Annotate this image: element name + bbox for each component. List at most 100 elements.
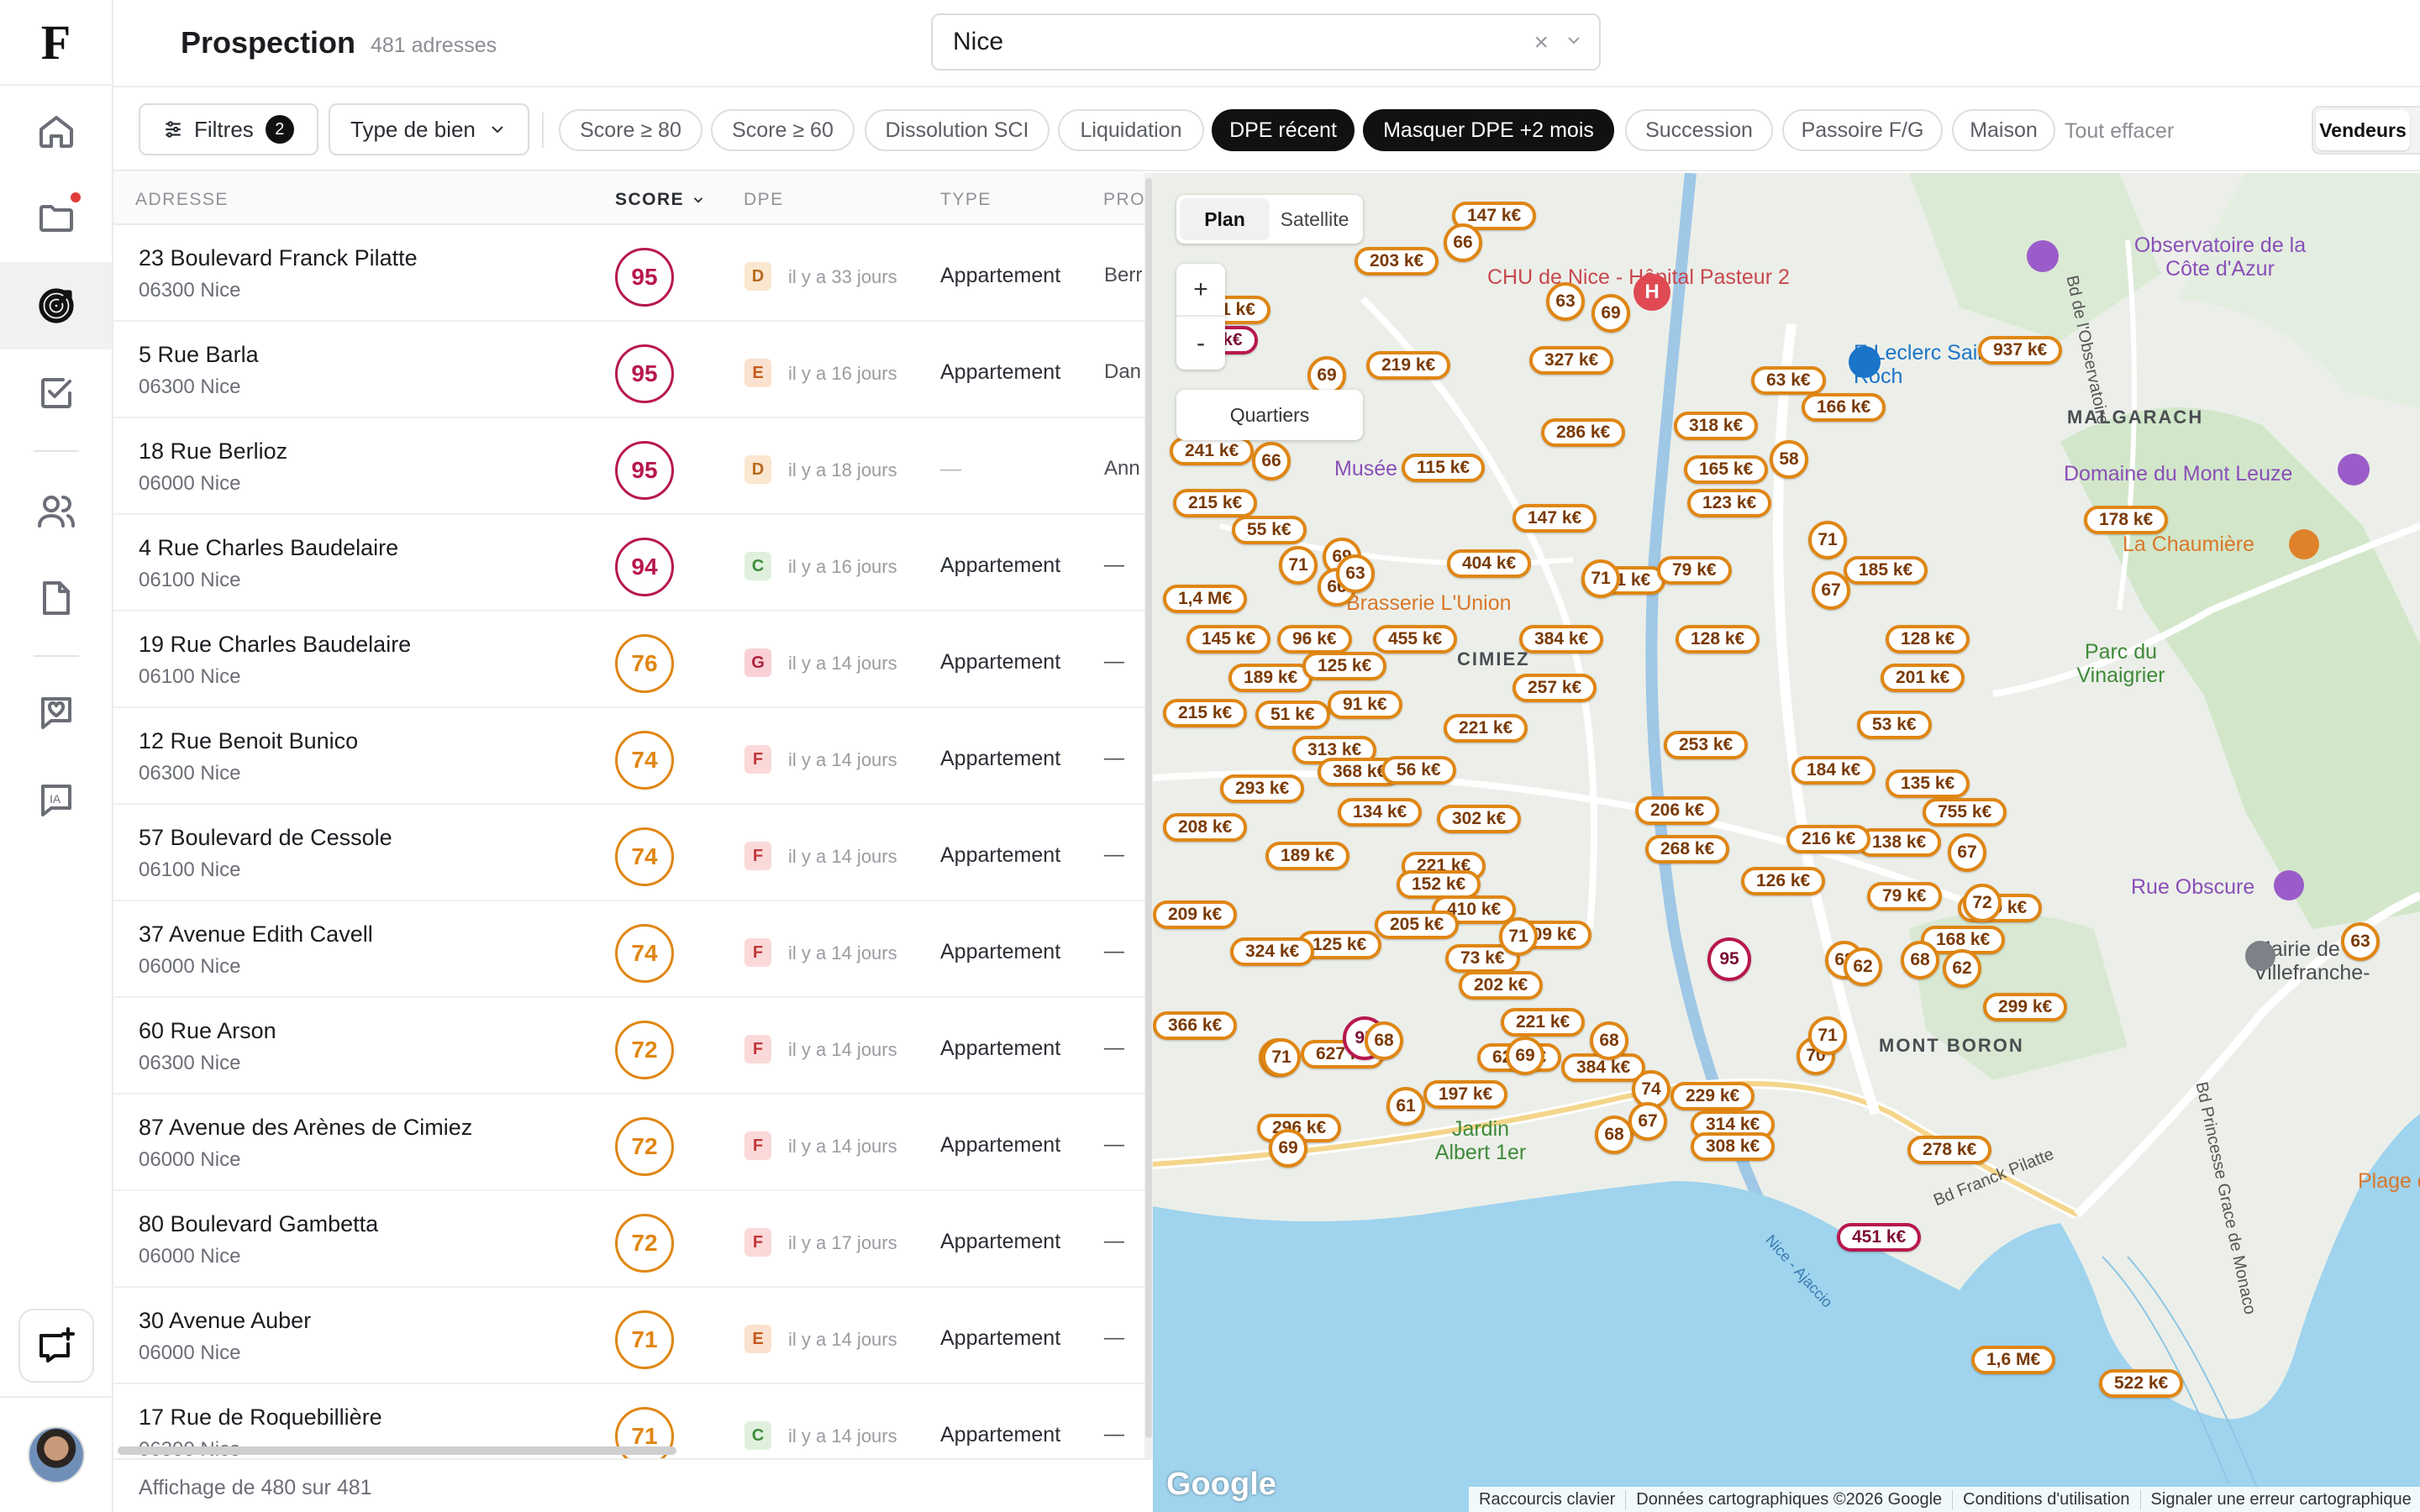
price-pin[interactable]: 308 k€ (1691, 1132, 1776, 1161)
city-search-input[interactable]: Nice × (931, 13, 1601, 71)
score-pin[interactable]: 66 (1252, 442, 1291, 480)
score-pin[interactable]: 63 (2341, 922, 2380, 961)
price-pin[interactable]: 51 k€ (1255, 701, 1330, 729)
price-pin[interactable]: 299 k€ (1983, 993, 2068, 1021)
table-row[interactable]: 37 Avenue Edith Cavell 06000 Nice 74 Fil y … (113, 901, 1151, 998)
chevron-down-icon[interactable] (1564, 30, 1584, 50)
price-pin[interactable]: 201 k€ (1881, 664, 1965, 692)
price-pin[interactable]: 185 k€ (1844, 556, 1928, 585)
restaurant-icon[interactable] (2289, 529, 2319, 559)
app-logo[interactable]: F (0, 0, 112, 86)
price-pin[interactable]: 123 k€ (1687, 489, 1772, 517)
score-pin[interactable]: 71 (1262, 1038, 1301, 1077)
price-pin[interactable]: 203 k€ (1355, 247, 1439, 276)
new-chat-button[interactable] (18, 1309, 94, 1383)
table-row[interactable]: 23 Boulevard Franck Pilatte 06300 Nice 95 D… (113, 225, 1151, 322)
property-type-dropdown[interactable]: Type de bien (329, 103, 529, 155)
price-pin[interactable]: 216 k€ (1786, 825, 1871, 853)
chip-score-60[interactable]: Score ≥ 60 (711, 109, 855, 151)
clear-all-filters[interactable]: Tout effacer (2065, 119, 2174, 144)
score-pin[interactable]: 67 (1628, 1102, 1667, 1141)
price-pin[interactable]: 937 k€ (1978, 336, 2063, 365)
price-pin[interactable]: 221 k€ (1501, 1008, 1586, 1037)
price-pin[interactable]: 96 k€ (1277, 625, 1352, 654)
score-pin[interactable]: 67 (1812, 571, 1850, 610)
score-pin[interactable]: 69 (1506, 1037, 1544, 1075)
score-pin[interactable]: 71 (1808, 1016, 1847, 1055)
price-pin[interactable]: 197 k€ (1423, 1080, 1508, 1109)
home-nav[interactable] (0, 87, 112, 175)
zoom-in-button[interactable]: + (1176, 264, 1225, 317)
score-pin[interactable]: 67 (1948, 833, 1986, 872)
clear-icon[interactable]: × (1534, 29, 1549, 57)
price-pin[interactable]: 147 k€ (1512, 504, 1597, 533)
price-pin[interactable]: 522 k€ (2099, 1369, 2184, 1398)
price-pin[interactable]: 327 k€ (1529, 346, 1614, 375)
observatory-poi-icon[interactable] (2027, 240, 2059, 272)
score-pin[interactable]: 69 (1591, 294, 1630, 333)
price-pin[interactable]: 241 k€ (1170, 437, 1255, 465)
score-pin[interactable]: 71 (1808, 521, 1847, 559)
column-type[interactable]: TYPE (940, 190, 992, 210)
map-type-satellite[interactable]: Satellite (1270, 198, 1360, 240)
price-pin[interactable]: 1,6 M€ (1971, 1346, 2056, 1374)
score-pin[interactable]: 71 (1279, 546, 1318, 585)
price-pin[interactable]: 455 k€ (1373, 625, 1458, 654)
keyboard-shortcuts-link[interactable]: Raccourcis clavier (1469, 1490, 1625, 1509)
price-pin[interactable]: 91 k€ (1328, 690, 1402, 719)
price-pin[interactable]: 215 k€ (1163, 699, 1248, 727)
price-pin[interactable]: 1,4 M€ (1163, 585, 1248, 613)
score-pin[interactable]: 68 (1590, 1021, 1628, 1060)
table-row[interactable]: 12 Rue Benoit Bunico 06300 Nice 74 Fil y a … (113, 708, 1151, 805)
chip-liquidation[interactable]: Liquidation (1058, 109, 1204, 151)
score-pin[interactable]: 66 (1444, 223, 1482, 262)
price-pin[interactable]: 126 k€ (1741, 867, 1826, 895)
column-dpe[interactable]: DPE (744, 190, 784, 210)
score-pin[interactable]: 63 (1546, 282, 1585, 321)
price-pin[interactable]: 55 k€ (1232, 516, 1307, 544)
price-pin[interactable]: 145 k€ (1186, 625, 1271, 654)
score-pin[interactable]: 69 (1269, 1129, 1307, 1168)
column-address[interactable]: ADRESSE (135, 190, 229, 210)
table-row[interactable]: 4 Rue Charles Baudelaire 06100 Nice 94 Cil … (113, 515, 1151, 612)
column-owner[interactable]: PRO (1103, 190, 1145, 210)
chip-hide-dpe-2-months[interactable]: Masquer DPE +2 mois (1363, 109, 1614, 151)
price-pin[interactable]: 324 k€ (1230, 937, 1315, 966)
price-pin[interactable]: 221 k€ (1444, 714, 1528, 743)
price-pin[interactable]: 257 k€ (1512, 674, 1597, 702)
price-pin[interactable]: 268 k€ (1645, 835, 1730, 864)
score-pin[interactable]: 62 (1844, 948, 1882, 986)
townhall-icon[interactable] (2245, 941, 2275, 971)
contacts-nav[interactable] (0, 467, 112, 554)
table-row[interactable]: 5 Rue Barla 06300 Nice 95 Eil y a 16 jours A… (113, 322, 1151, 418)
price-pin[interactable]: 184 k€ (1791, 756, 1876, 785)
chip-dissolution-sci[interactable]: Dissolution SCI (865, 109, 1050, 151)
chip-maison[interactable]: Maison (1952, 109, 2055, 151)
price-pin[interactable]: 366 k€ (1153, 1011, 1238, 1040)
shopping-cart-icon[interactable] (1849, 346, 1881, 378)
price-pin[interactable]: 189 k€ (1265, 842, 1350, 870)
price-pin[interactable]: 451 k€ (1837, 1223, 1922, 1252)
tab-vendeurs[interactable]: Vendeurs (2316, 110, 2410, 150)
score-pin[interactable]: 68 (1901, 941, 1939, 979)
price-pin[interactable]: 189 k€ (1228, 664, 1313, 692)
table-scrollbar[interactable] (1145, 178, 1152, 1438)
price-pin[interactable]: 755 k€ (1923, 798, 2007, 827)
score-pin[interactable]: 68 (1365, 1021, 1403, 1060)
price-pin[interactable]: 165 k€ (1684, 455, 1769, 484)
domain-poi-icon[interactable] (2338, 454, 2370, 486)
price-pin[interactable]: 205 k€ (1375, 911, 1460, 939)
price-pin[interactable]: 209 k€ (1153, 900, 1238, 929)
prospection-nav[interactable] (0, 262, 112, 349)
price-pin[interactable]: 202 k€ (1459, 971, 1544, 1000)
score-pin[interactable]: 95 (1707, 937, 1751, 981)
price-pin[interactable]: 302 k€ (1437, 805, 1522, 833)
map-panel[interactable]: CHU de Nice - Hôpital Pasteur 2 Observat… (1153, 173, 2420, 1512)
price-pin[interactable]: 219 k€ (1366, 351, 1451, 380)
chip-score-80[interactable]: Score ≥ 80 (559, 109, 702, 151)
price-pin[interactable]: 318 k€ (1674, 412, 1759, 440)
table-row[interactable]: 60 Rue Arson 06300 Nice 72 Fil y a 14 jours… (113, 998, 1151, 1095)
map-type-plan[interactable]: Plan (1180, 198, 1270, 240)
price-pin[interactable]: 166 k€ (1802, 393, 1886, 422)
horizontal-scrollbar[interactable] (118, 1446, 676, 1455)
